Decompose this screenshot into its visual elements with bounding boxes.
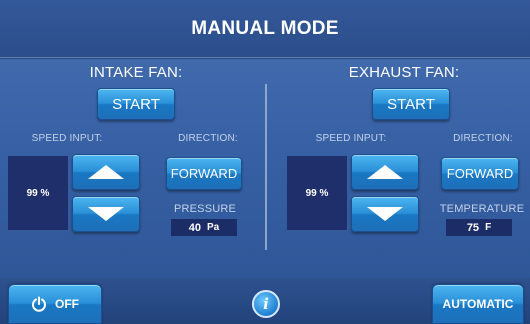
intake-direction-button[interactable]: FORWARD [166,157,242,190]
intake-fan-title: INTAKE FAN: [89,64,183,81]
arrow-up-icon [367,165,403,179]
exhaust-direction-label: DIRECTION: [453,133,513,144]
exhaust-sensor-label: TEMPERATURE [439,203,525,215]
exhaust-speed-label: SPEED INPUT: [315,133,387,144]
exhaust-speed-up-button[interactable] [351,154,419,190]
arrow-down-icon [367,207,403,221]
exhaust-sensor-value: 75 [466,221,480,234]
intake-start-button[interactable]: START [97,88,175,120]
power-icon [32,296,46,312]
panel-divider [265,84,267,250]
exhaust-speed-value: 99 % [287,156,347,230]
intake-speed-text: 99 % [26,187,50,199]
arrow-up-icon [88,165,124,179]
automatic-label: AUTOMATIC [442,297,514,311]
intake-speed-value: 99 % [8,156,68,230]
exhaust-speed-text: 99 % [305,187,329,199]
intake-direction-label: DIRECTION: [178,133,238,144]
info-icon[interactable]: i [252,290,280,318]
exhaust-fan-title: EXHAUST FAN: [348,64,460,81]
intake-start-label: START [112,95,160,113]
exhaust-start-button[interactable]: START [372,88,450,120]
automatic-button[interactable]: AUTOMATIC [432,284,524,324]
page-title: MANUAL MODE [0,0,530,58]
exhaust-sensor-readout: 75 F [446,219,512,236]
intake-direction-text: FORWARD [170,166,238,181]
intake-speed-down-button[interactable] [72,196,140,232]
intake-speed-up-button[interactable] [72,154,140,190]
exhaust-direction-button[interactable]: FORWARD [441,157,519,190]
intake-sensor-unit: Pa [207,222,220,233]
arrow-down-icon [88,207,124,221]
exhaust-speed-down-button[interactable] [351,196,419,232]
exhaust-sensor-unit: F [485,222,492,233]
intake-sensor-value: 40 [188,221,201,234]
intake-speed-label: SPEED INPUT: [31,133,103,144]
off-label: OFF [55,297,79,311]
off-button[interactable]: OFF [8,284,102,324]
intake-sensor-label: PRESSURE [173,203,237,215]
exhaust-start-label: START [387,95,435,113]
exhaust-direction-text: FORWARD [446,166,514,181]
intake-sensor-readout: 40 Pa [171,219,237,236]
